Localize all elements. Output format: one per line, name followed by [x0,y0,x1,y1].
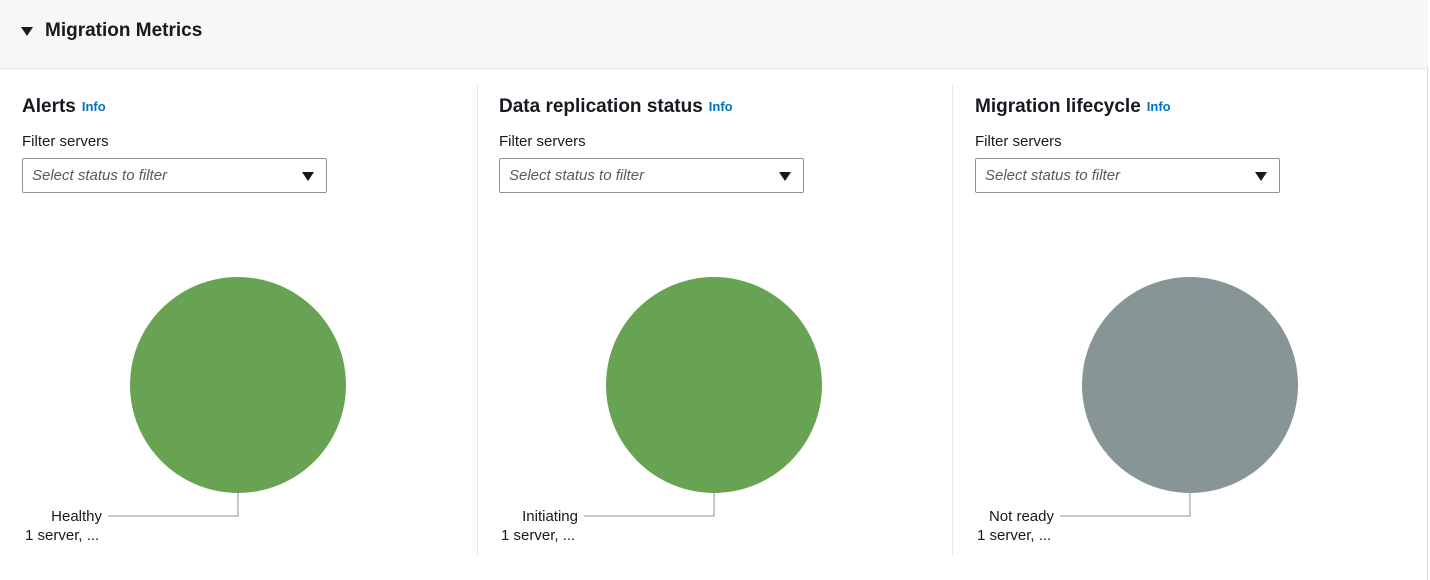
pie-slice-healthy[interactable] [130,277,346,493]
slice-detail: 1 server, ... [501,527,575,544]
pie-chart: Initiating 1 server, ... [501,277,822,544]
section-header[interactable]: Migration Metrics [0,0,1428,69]
caret-down-icon[interactable] [21,27,33,36]
pie-chart: Healthy 1 server, ... [25,277,346,544]
callout-line [584,493,715,517]
section-title: Migration Metrics [45,20,203,41]
migration-metrics-container: Migration Metrics Alerts Info Filter serv… [0,0,1428,580]
slice-detail: 1 server, ... [25,527,99,544]
slice-label: Not ready [989,508,1055,525]
callout-line [1060,493,1191,517]
pie-chart: Not ready 1 server, ... [977,277,1298,544]
pie-slice-not-ready[interactable] [1082,277,1298,493]
slice-label: Initiating [522,508,578,525]
alerts-panel: Alerts Info Filter servers Select status … [0,70,476,580]
callout-line [108,493,239,517]
data-replication-panel: Data replication status Info Filter serve… [477,70,953,580]
panel-divider [477,85,478,555]
pie-slice-initiating[interactable] [606,277,822,493]
slice-label: Healthy [51,508,102,525]
migration-lifecycle-panel: Migration lifecycle Info Filter servers S… [953,70,1429,580]
slice-detail: 1 server, ... [977,527,1051,544]
panel-divider [952,85,953,555]
